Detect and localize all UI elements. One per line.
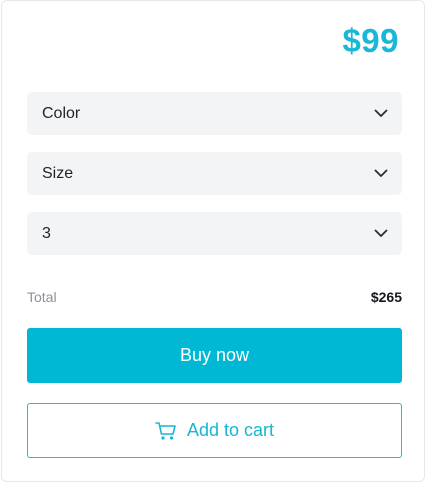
size-select-value: Size <box>42 164 74 182</box>
product-price: $99 <box>342 22 399 59</box>
product-card: $99 Color Size 3 Total $265 Buy now Add … <box>1 0 425 482</box>
quantity-select-value: 3 <box>42 224 51 242</box>
buy-now-label: Buy now <box>179 345 250 365</box>
quantity-select[interactable]: 3 <box>27 212 402 255</box>
color-select-value: Color <box>42 104 81 122</box>
total-value: $265 <box>370 289 402 305</box>
add-to-cart-label: Add to cart <box>186 420 275 440</box>
color-select[interactable]: Color <box>27 92 402 135</box>
total-label: Total <box>27 289 57 305</box>
add-to-cart-button[interactable]: Add to cart <box>27 403 402 458</box>
buy-now-button[interactable]: Buy now <box>27 328 402 383</box>
chevron-down-icon <box>374 109 388 118</box>
shopping-cart-icon <box>155 421 177 441</box>
chevron-down-icon <box>374 229 388 238</box>
size-select[interactable]: Size <box>27 152 402 195</box>
chevron-down-icon <box>374 169 388 178</box>
total-row: Total $265 <box>27 289 402 305</box>
